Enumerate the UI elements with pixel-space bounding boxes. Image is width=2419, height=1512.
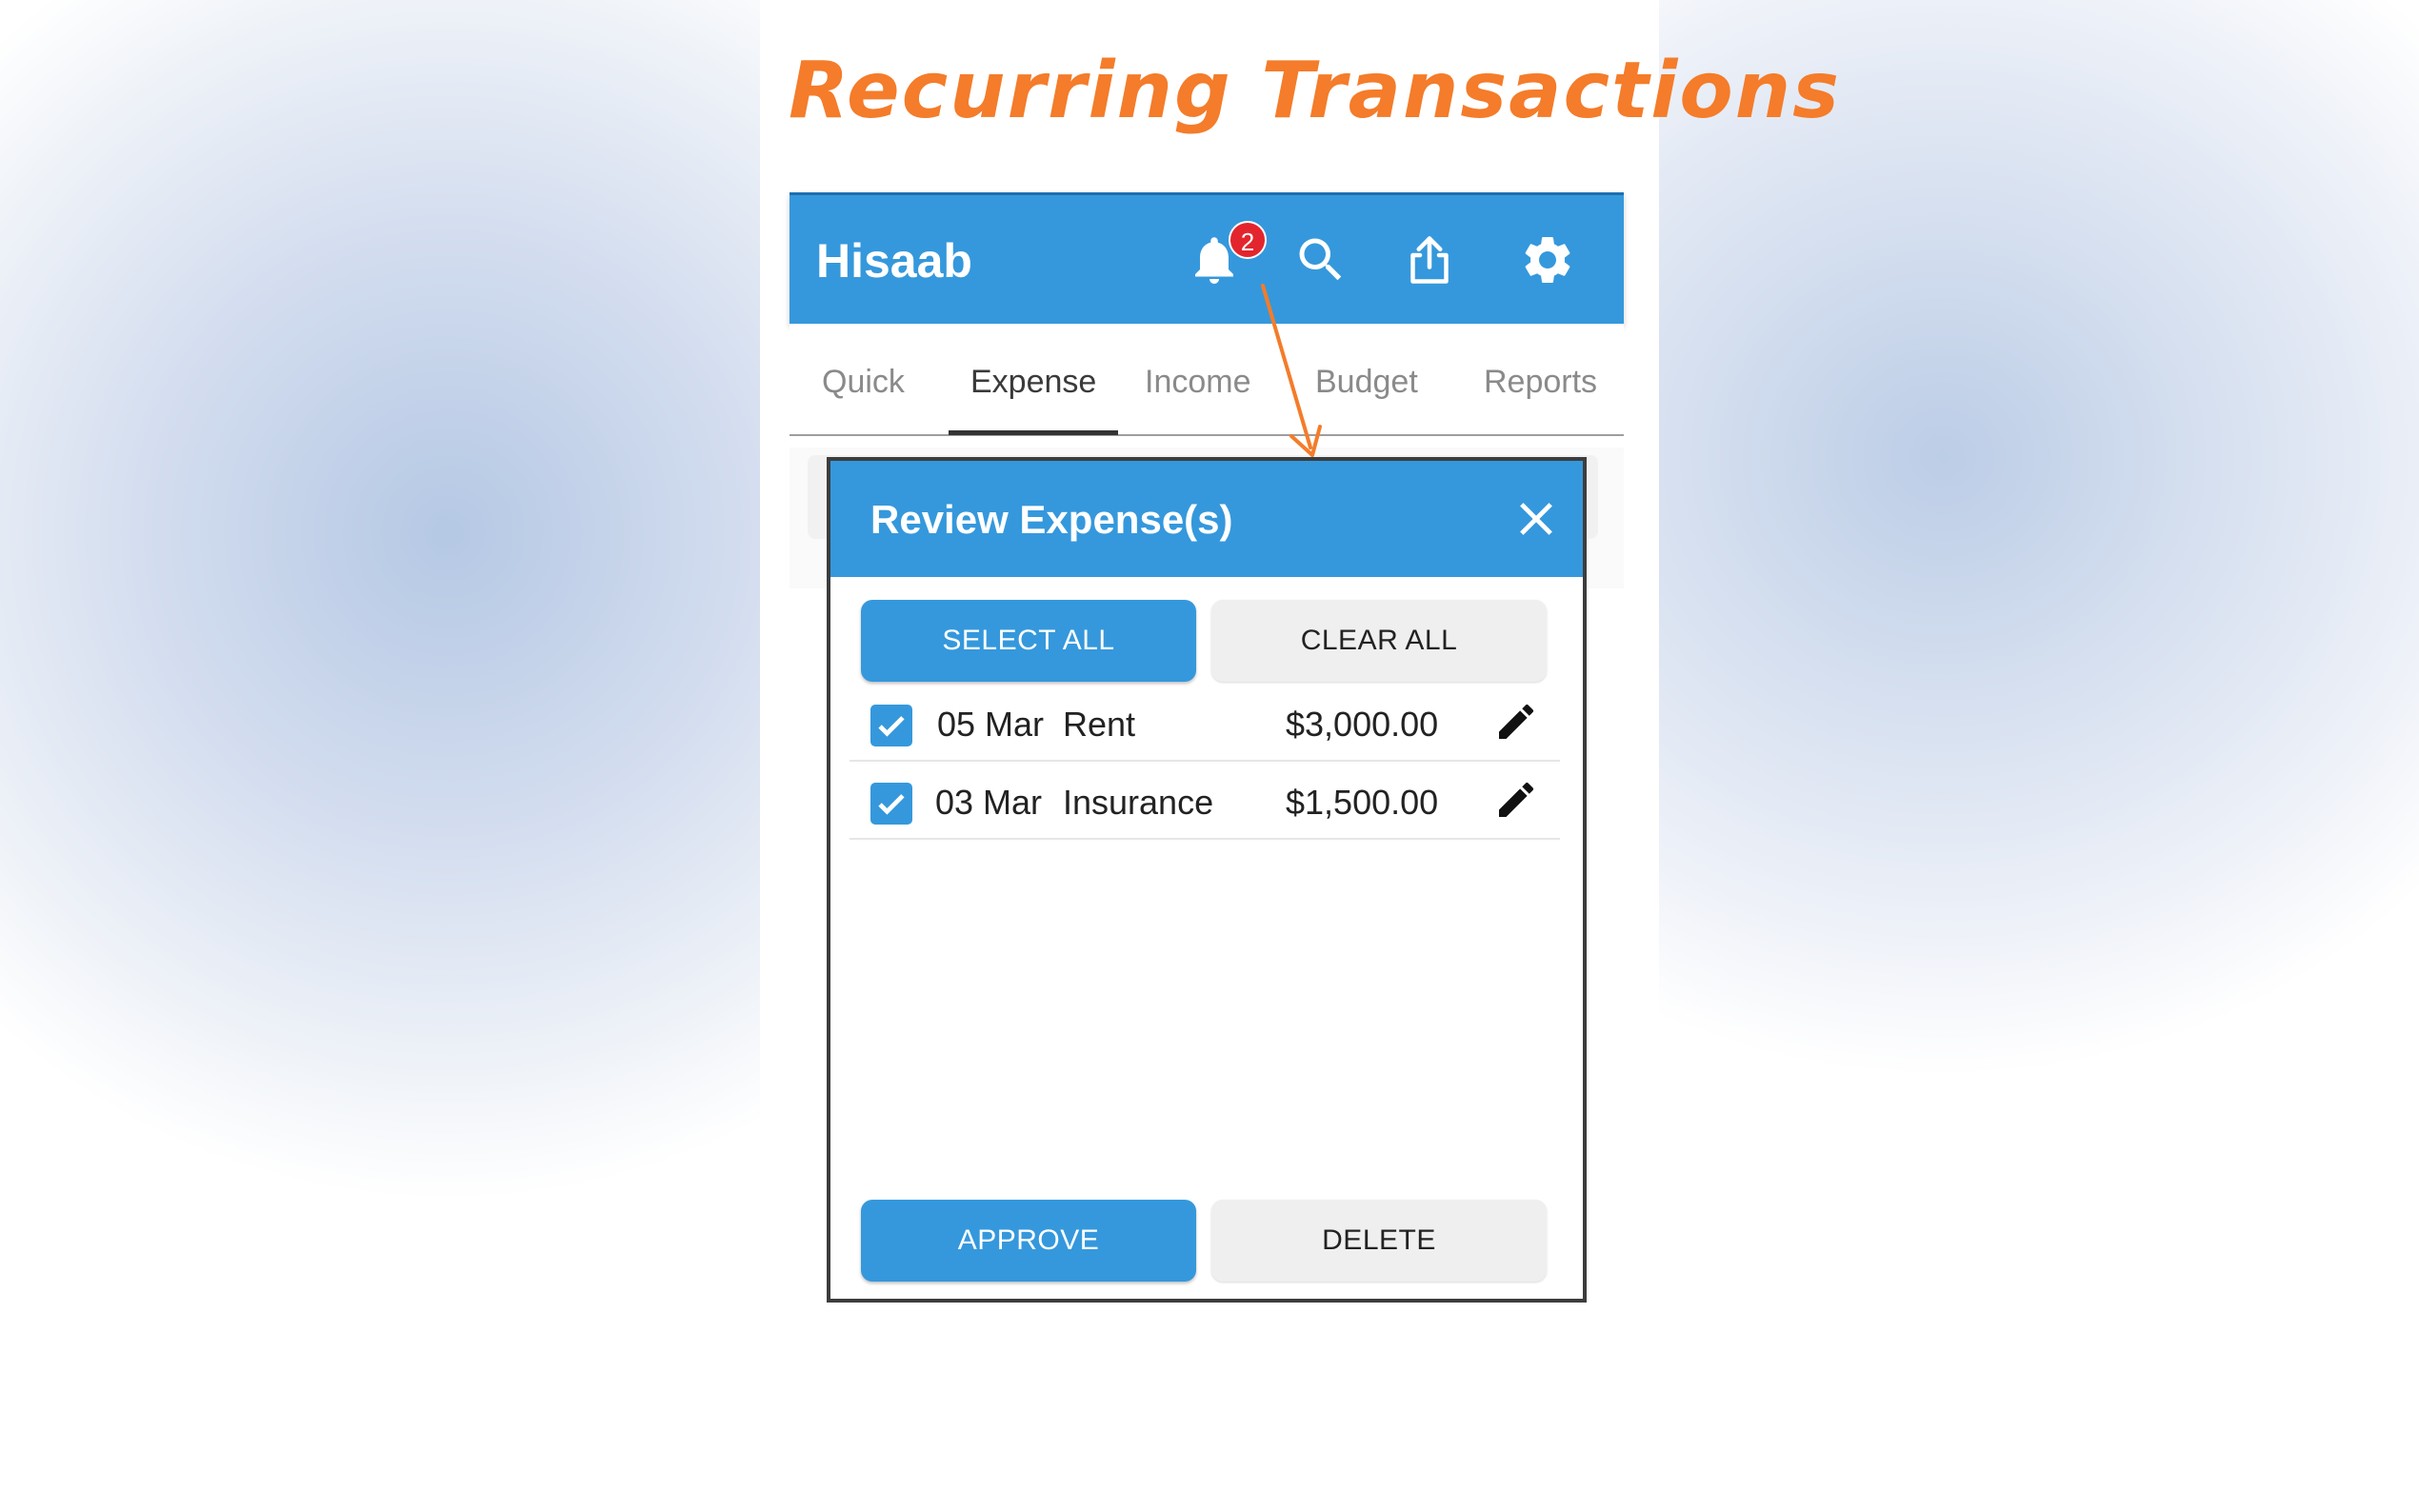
row-name: Insurance (1063, 783, 1214, 822)
row-name: Rent (1063, 705, 1136, 744)
edit-icon[interactable] (1493, 699, 1539, 745)
tab-quick[interactable]: Quick (822, 364, 905, 401)
tab-indicator (949, 430, 1118, 435)
tab-reports[interactable]: Reports (1484, 364, 1597, 401)
row-date: 05 Mar (937, 705, 1045, 744)
tab-expense[interactable]: Expense (970, 364, 1096, 401)
share-icon[interactable] (1401, 231, 1458, 288)
app-bar: Hisaab 2 (790, 192, 1624, 324)
tab-bar: Quick Expense Income Budget Reports (790, 324, 1624, 436)
background-right (1657, 0, 2419, 1512)
checkbox[interactable] (870, 783, 912, 825)
review-dialog: Review Expense(s) SELECT ALL CLEAR ALL 0… (827, 457, 1587, 1303)
delete-button[interactable]: DELETE (1211, 1200, 1547, 1282)
phone-screen: Recurring Transactions Hisaab 2 Quick Ex… (760, 0, 1841, 1512)
close-icon[interactable] (1509, 491, 1564, 547)
select-all-button[interactable]: SELECT ALL (861, 600, 1196, 682)
edit-icon[interactable] (1493, 777, 1539, 823)
approve-button[interactable]: APPROVE (861, 1200, 1196, 1282)
background-left (0, 0, 762, 1512)
notification-badge: 2 (1229, 221, 1267, 259)
list-item[interactable]: 03 Mar Insurance $1,500.00 (850, 762, 1560, 840)
gear-icon[interactable] (1519, 231, 1576, 288)
clear-all-button[interactable]: CLEAR ALL (1211, 600, 1547, 682)
tab-income[interactable]: Income (1145, 364, 1251, 401)
row-amount: $1,500.00 (1286, 783, 1439, 822)
row-date: 03 Mar (935, 783, 1043, 822)
row-amount: $3,000.00 (1286, 705, 1439, 744)
tab-budget[interactable]: Budget (1315, 364, 1418, 401)
search-icon[interactable] (1292, 231, 1349, 288)
app-title: Hisaab (816, 234, 972, 288)
list-item[interactable]: 05 Mar Rent $3,000.00 (850, 684, 1560, 762)
dialog-header: Review Expense(s) (830, 461, 1583, 577)
headline: Recurring Transactions (789, 46, 1841, 136)
checkbox[interactable] (870, 705, 912, 746)
dialog-title: Review Expense(s) (870, 497, 1233, 542)
